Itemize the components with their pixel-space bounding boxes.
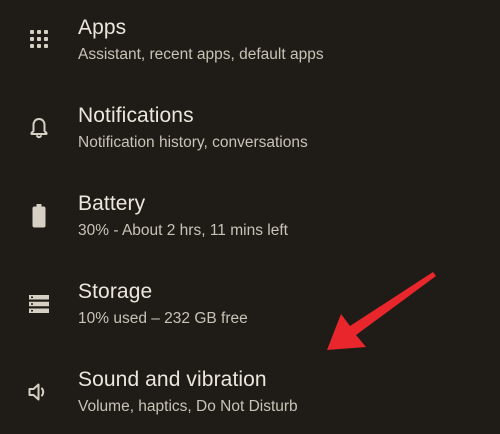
settings-item-title: Storage <box>78 280 153 303</box>
settings-item-subtitle: Volume, haptics, Do Not Disturb <box>78 398 298 415</box>
settings-item-battery[interactable]: Battery 30% - About 2 hrs, 11 mins left <box>0 176 500 264</box>
settings-item-sound-and-vibration[interactable]: Sound and vibration Volume, haptics, Do … <box>0 352 500 434</box>
settings-item-title: Apps <box>78 16 127 39</box>
apps-grid-icon <box>26 26 52 52</box>
storage-icon <box>26 291 52 317</box>
settings-item-title: Notifications <box>78 104 194 127</box>
settings-item-apps[interactable]: Apps Assistant, recent apps, default app… <box>0 0 500 88</box>
settings-item-subtitle: 10% used – 232 GB free <box>78 310 248 327</box>
settings-item-title: Sound and vibration <box>78 368 267 391</box>
battery-icon <box>26 203 52 229</box>
bell-icon <box>26 115 52 141</box>
settings-item-subtitle: Notification history, conversations <box>78 134 308 151</box>
settings-screen: Apps Assistant, recent apps, default app… <box>0 0 500 434</box>
settings-item-title: Battery <box>78 192 146 215</box>
settings-item-subtitle: 30% - About 2 hrs, 11 mins left <box>78 222 288 239</box>
settings-item-notifications[interactable]: Notifications Notification history, conv… <box>0 88 500 176</box>
settings-item-storage[interactable]: Storage 10% used – 232 GB free <box>0 264 500 352</box>
speaker-icon <box>26 379 52 405</box>
settings-item-subtitle: Assistant, recent apps, default apps <box>78 46 324 63</box>
